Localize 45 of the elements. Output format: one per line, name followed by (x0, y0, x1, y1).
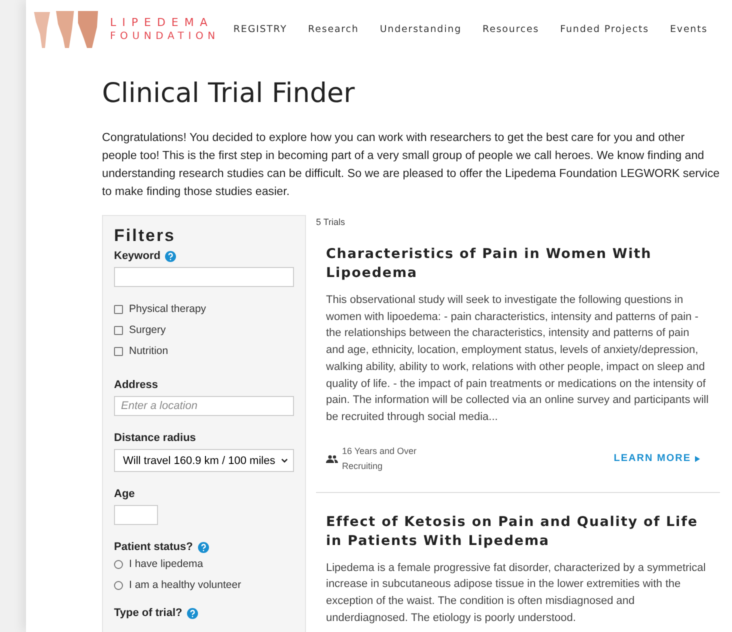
help-icon[interactable] (165, 250, 176, 262)
age-range: 16 Years and Over (342, 444, 417, 458)
trial-title[interactable]: Characteristics of Pain in Women With Lipoedema (326, 245, 710, 283)
field-label: Address (114, 379, 158, 391)
learn-more-link[interactable]: LEARN MORE (614, 453, 700, 464)
checkbox-label: Nutrition (129, 345, 168, 357)
field-label: Patient status? (114, 541, 193, 553)
checkbox-label: Surgery (129, 324, 166, 336)
keyword-field[interactable] (114, 267, 294, 287)
help-icon[interactable] (187, 608, 198, 618)
radio-button[interactable] (114, 560, 123, 568)
checkbox[interactable] (114, 304, 123, 314)
page-title: Clinical Trial Finder (102, 78, 356, 109)
age-field[interactable] (114, 505, 158, 525)
nav-link[interactable]: Events (670, 24, 708, 34)
checkbox-label: Physical therapy (129, 303, 206, 315)
field-label: Distance radius (114, 432, 196, 444)
trial-title[interactable]: Effect of Ketosis on Pain and Quality of Life in Patients With Lipedema (326, 512, 710, 551)
logo-text: LIPEDEMA (110, 16, 214, 29)
trial-status: Recruiting (342, 460, 384, 473)
field-label: Keyword (114, 250, 160, 262)
nav-link[interactable]: Resources (482, 24, 540, 34)
nav-link[interactable]: Research (308, 24, 359, 34)
results-count: 5 Trials (316, 216, 346, 227)
trial-summary: This observational study will seek to investigate the following questions in women with lipoedema: - pain characteristics, intensity and patterns of pain - the relationships between the characteristics, intensity and patterns of pain and age, ethnicity, location, employment status, levels of anxiety/depression, walking ability, ability to work, relations with other people, impact on sleep and quality of life. - the impact of pain treatments or medications on the intensity of pain. The information will be collected via an online survey and participants will be recruited through social media... (326, 293, 710, 425)
nav-link[interactable]: Funded Projects (560, 24, 650, 34)
radio-label: I am a healthy volunteer (129, 579, 242, 591)
people-icon (326, 454, 338, 463)
field-label: Type of trial? (114, 607, 182, 619)
distance-dropdown[interactable]: Will travel 160.9 km / 100 miles (114, 449, 294, 472)
checkbox[interactable] (114, 346, 123, 356)
logo-text: FOUNDATION (110, 31, 220, 42)
intro-paragraph: Congratulations! You decided to explore how you can work with researchers to get the best care for you and other people too! This is the first step in becoming part of a very small group of people we call heroes. We know finding and understanding research studies can be difficult. So we are pleased to offer the Lipedema Foundation LEGWORK service to make finding those studies easier. (102, 130, 720, 200)
field-label: Age (114, 488, 135, 500)
help-icon[interactable] (198, 542, 209, 552)
caret-icon (281, 458, 288, 463)
triangle-icon (695, 456, 700, 462)
radio-button[interactable] (114, 580, 123, 590)
address-field[interactable]: Enter a location (114, 396, 294, 416)
nav-link[interactable]: REGISTRY (233, 24, 288, 34)
filters-heading: Filters (114, 226, 177, 246)
nav-link[interactable]: Understanding (380, 24, 462, 34)
trial-summary: Lipedema is a female progressive fat disorder, characterized by a symmetrical increase in subcutaneous adipose tissue in the lower extremities with the exception of the waist. The condition is often misdiagnosed and underdiagnosed. The etiology is poorly understood. (326, 560, 707, 626)
radio-label: I have lipedema (129, 558, 204, 570)
checkbox[interactable] (114, 326, 123, 334)
